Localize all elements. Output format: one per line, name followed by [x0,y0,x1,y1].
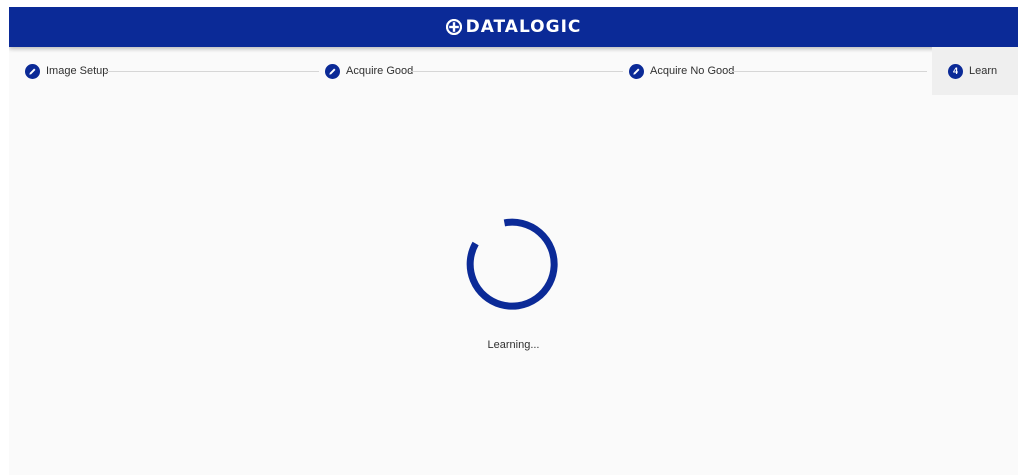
step-label: Learn [969,65,998,77]
step-label: Acquire Good [346,65,414,77]
app-frame: DATALOGIC Image Setup Acquire Good Acqui… [9,7,1018,475]
loading-spinner [466,218,558,310]
step-connector [409,71,623,72]
step-acquire-good[interactable]: Acquire Good [325,47,413,95]
step-image-setup[interactable]: Image Setup [25,47,108,95]
step-label: Image Setup [46,65,109,77]
step-number-badge: 4 [948,63,963,79]
brand-name: DATALOGIC [465,17,582,37]
step-learn[interactable]: 4 Learn [932,47,1018,95]
app-header: DATALOGIC [9,7,1018,47]
pencil-icon [629,63,644,79]
wizard-stepper: Image Setup Acquire Good Acquire No Good… [9,47,1018,95]
loading-status-text: Learning... [487,339,540,351]
pencil-icon [325,63,340,79]
datalogic-logo: DATALOGIC [445,17,582,37]
step-connector [729,71,927,72]
pencil-icon [25,63,40,79]
step-connector [105,71,319,72]
step-acquire-no-good[interactable]: Acquire No Good [629,47,734,95]
step-label: Acquire No Good [650,65,735,77]
datalogic-logo-icon [445,19,462,35]
